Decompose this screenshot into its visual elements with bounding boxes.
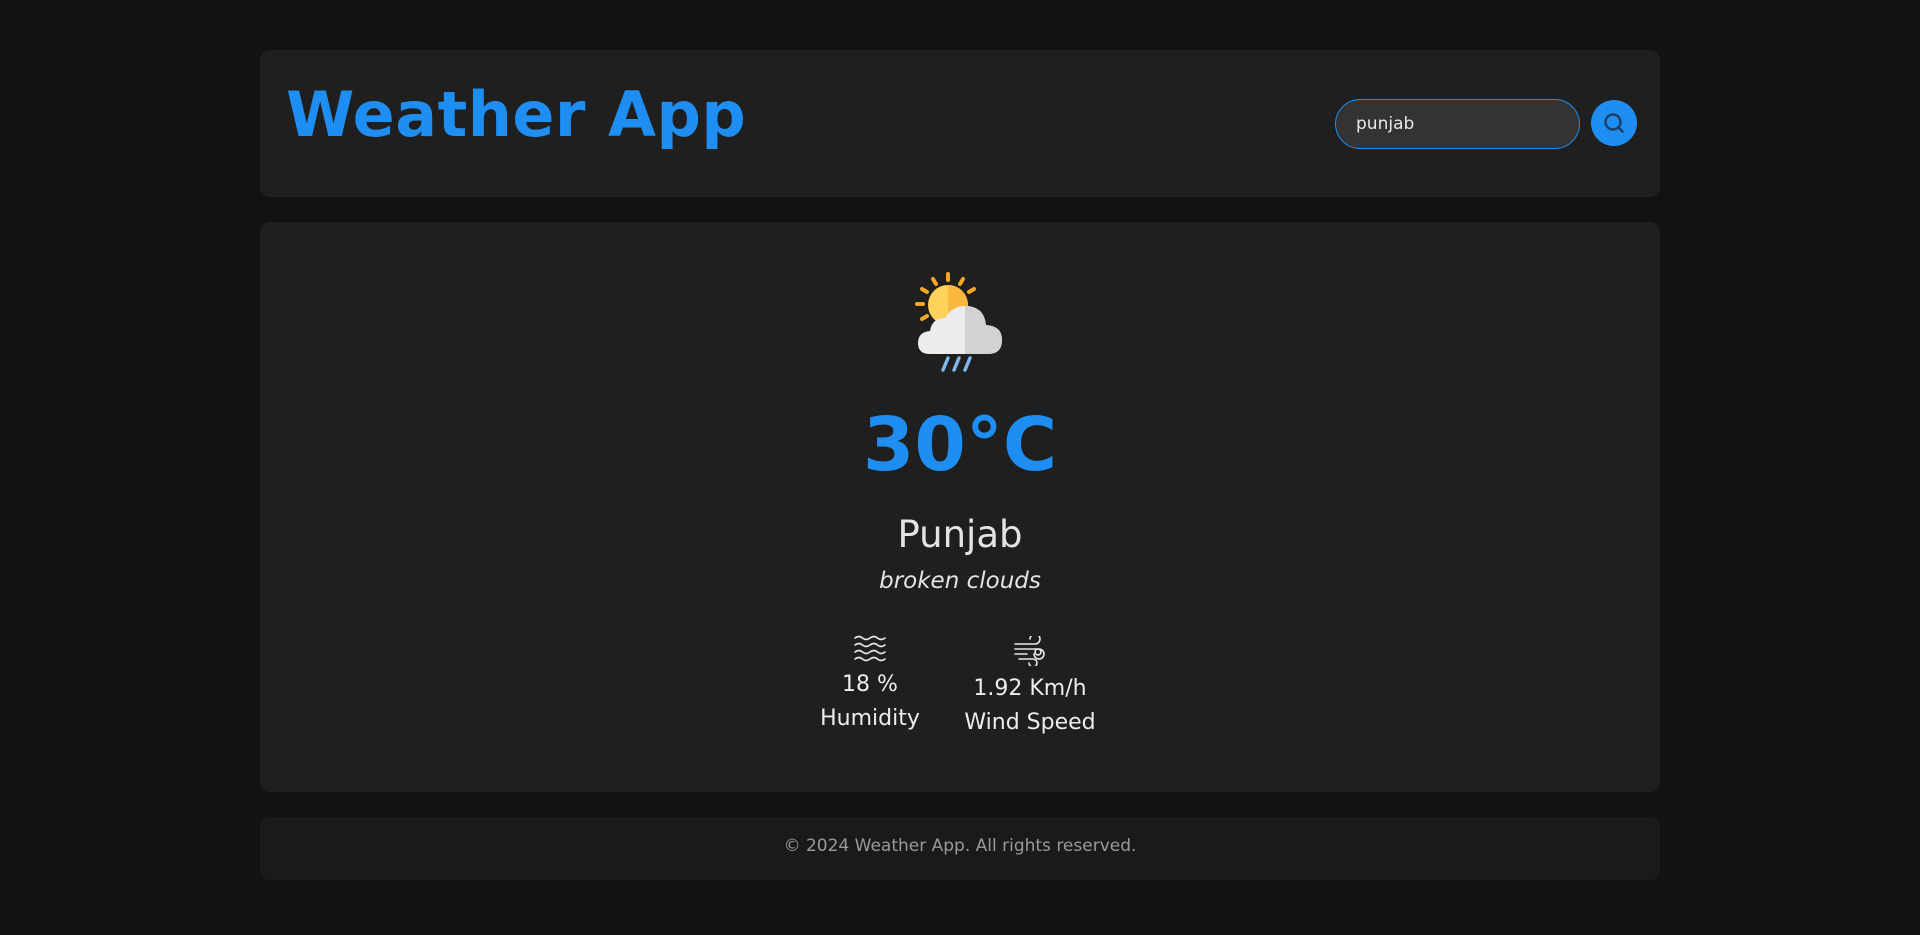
wind-icon xyxy=(1014,636,1045,666)
footer-card: © 2024 Weather App. All rights reserved. xyxy=(260,817,1660,880)
humidity-detail: 18 % Humidity xyxy=(800,634,940,730)
humidity-label: Humidity xyxy=(820,706,920,731)
search-button[interactable] xyxy=(1591,100,1637,146)
temperature-value: 30°C xyxy=(862,402,1058,488)
city-name: Punjab xyxy=(897,513,1023,556)
weather-description: broken clouds xyxy=(879,568,1041,594)
weather-card: 30°C Punjab broken clouds 18 % Humidity xyxy=(260,222,1660,792)
search-icon xyxy=(1604,113,1624,133)
wind-label: Wind Speed xyxy=(964,710,1096,735)
humidity-value: 18 % xyxy=(842,672,898,697)
header-card: Weather App xyxy=(260,50,1660,197)
footer-copyright: © 2024 Weather App. All rights reserved. xyxy=(783,836,1137,856)
wind-detail: 1.92 Km/h Wind Speed xyxy=(940,636,1120,734)
search-input[interactable] xyxy=(1335,99,1580,149)
humidity-waves-icon xyxy=(854,635,886,662)
wind-value: 1.92 Km/h xyxy=(973,676,1087,701)
sun-cloud-rain-icon xyxy=(915,272,1002,372)
app-title: Weather App xyxy=(286,78,747,151)
